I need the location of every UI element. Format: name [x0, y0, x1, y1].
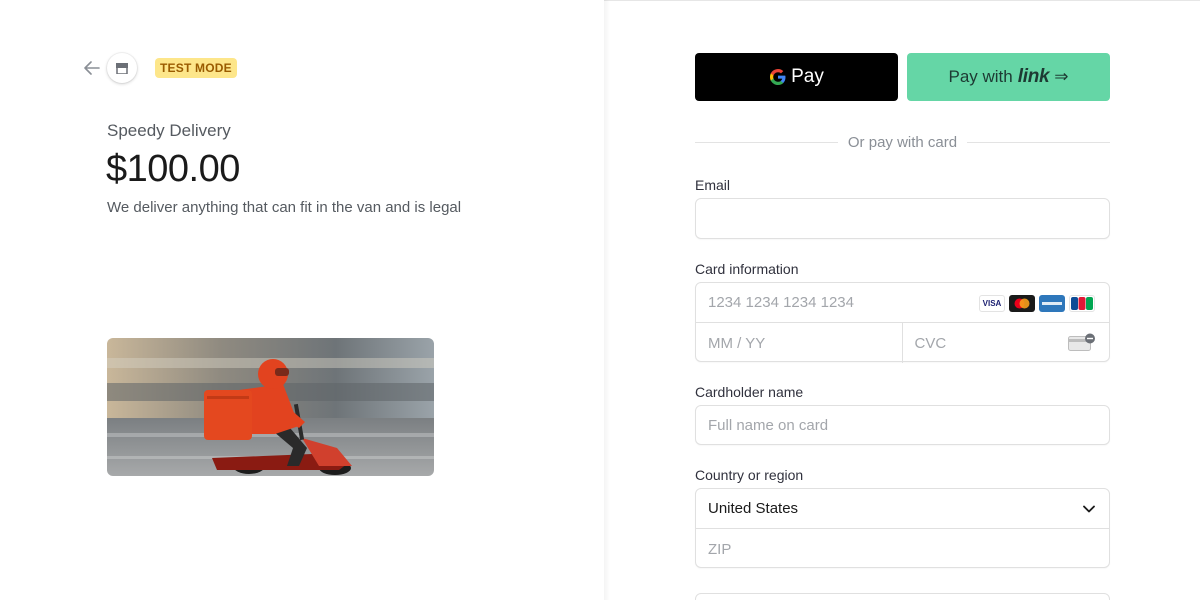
- cardholder-name-field[interactable]: Full name on card: [695, 405, 1110, 445]
- store-icon[interactable]: [107, 53, 137, 83]
- cvc-placeholder: CVC: [914, 334, 947, 352]
- card-number-field[interactable]: 1234 1234 1234 1234 VISA: [696, 283, 1109, 323]
- back-arrow-icon[interactable]: [82, 58, 102, 78]
- divider-line-right: [967, 141, 1110, 143]
- country-label: Country or region: [695, 467, 804, 483]
- delivery-rider-image: [107, 338, 434, 476]
- google-pay-button[interactable]: Pay: [695, 53, 898, 101]
- pay-with-link-button[interactable]: Pay with link ⇒: [907, 53, 1110, 101]
- merchant-name: Speedy Delivery: [107, 121, 231, 140]
- email-label: Email: [695, 177, 731, 193]
- address-group: United States ZIP: [695, 488, 1110, 568]
- cvc-field[interactable]: CVC: [903, 323, 1110, 363]
- order-summary-pane: TEST MODE Speedy Delivery $100.00 We del…: [0, 0, 604, 600]
- card-information-label: Card information: [695, 261, 799, 277]
- amex-icon: [1039, 295, 1065, 312]
- cardholder-name-label: Cardholder name: [695, 384, 804, 400]
- price: $100.00: [106, 148, 240, 190]
- pane-divider: [604, 0, 610, 600]
- or-divider: Or pay with card: [695, 132, 1110, 152]
- expiry-placeholder: MM / YY: [708, 334, 766, 352]
- product-description: We deliver anything that can fit in the …: [107, 199, 462, 216]
- test-mode-badge: TEST MODE: [155, 58, 237, 78]
- email-field[interactable]: [695, 198, 1110, 239]
- zip-placeholder: ZIP: [708, 540, 732, 558]
- country-select[interactable]: United States: [696, 489, 1109, 529]
- card-brands: VISA: [979, 295, 1095, 312]
- zip-field[interactable]: ZIP: [696, 529, 1109, 569]
- country-value: United States: [708, 500, 799, 517]
- link-logo: link: [1017, 66, 1050, 87]
- jcb-icon: [1069, 295, 1095, 312]
- or-pay-with-card-text: Or pay with card: [847, 133, 958, 151]
- link-arrow-icon: ⇒: [1054, 67, 1069, 86]
- divider-line-left: [695, 141, 838, 143]
- google-pay-label: Pay: [791, 66, 824, 87]
- cardholder-name-placeholder: Full name on card: [708, 417, 829, 434]
- next-field-partial[interactable]: [695, 593, 1110, 600]
- google-g-icon: [770, 69, 786, 85]
- chevron-down-icon: [1082, 502, 1096, 521]
- card-number-placeholder: 1234 1234 1234 1234: [708, 294, 854, 311]
- cvc-card-icon: [1068, 333, 1096, 356]
- mastercard-icon: [1009, 295, 1035, 312]
- link-button-prefix: Pay with: [948, 67, 1013, 86]
- visa-icon: VISA: [979, 295, 1005, 312]
- expiry-field[interactable]: MM / YY: [696, 323, 903, 363]
- card-information-group: 1234 1234 1234 1234 VISA MM / YY CVC: [695, 282, 1110, 363]
